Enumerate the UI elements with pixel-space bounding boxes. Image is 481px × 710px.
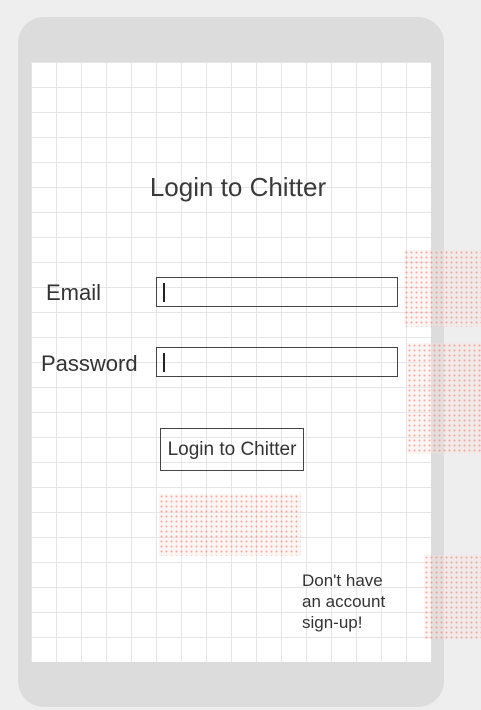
password-label: Password [41, 351, 138, 376]
highlight-region [159, 494, 301, 556]
signup-text-line: sign-up! [302, 613, 363, 632]
signup-link[interactable]: Don't have an account sign-up! [302, 570, 412, 633]
signup-text-line: an account [302, 592, 386, 611]
text-cursor [163, 283, 165, 302]
highlight-region [407, 343, 481, 454]
highlight-region [404, 250, 481, 327]
password-field[interactable] [156, 347, 398, 377]
app-screen: Login to Chitter Email Password Login to… [31, 62, 431, 662]
highlight-region [424, 555, 481, 639]
email-label: Email [46, 280, 102, 305]
page-title: Login to Chitter [149, 172, 327, 202]
login-button[interactable]: Login to Chitter [160, 428, 304, 471]
signup-text-line: Don't have [302, 571, 383, 590]
text-cursor [163, 353, 165, 372]
email-field[interactable] [156, 277, 398, 307]
